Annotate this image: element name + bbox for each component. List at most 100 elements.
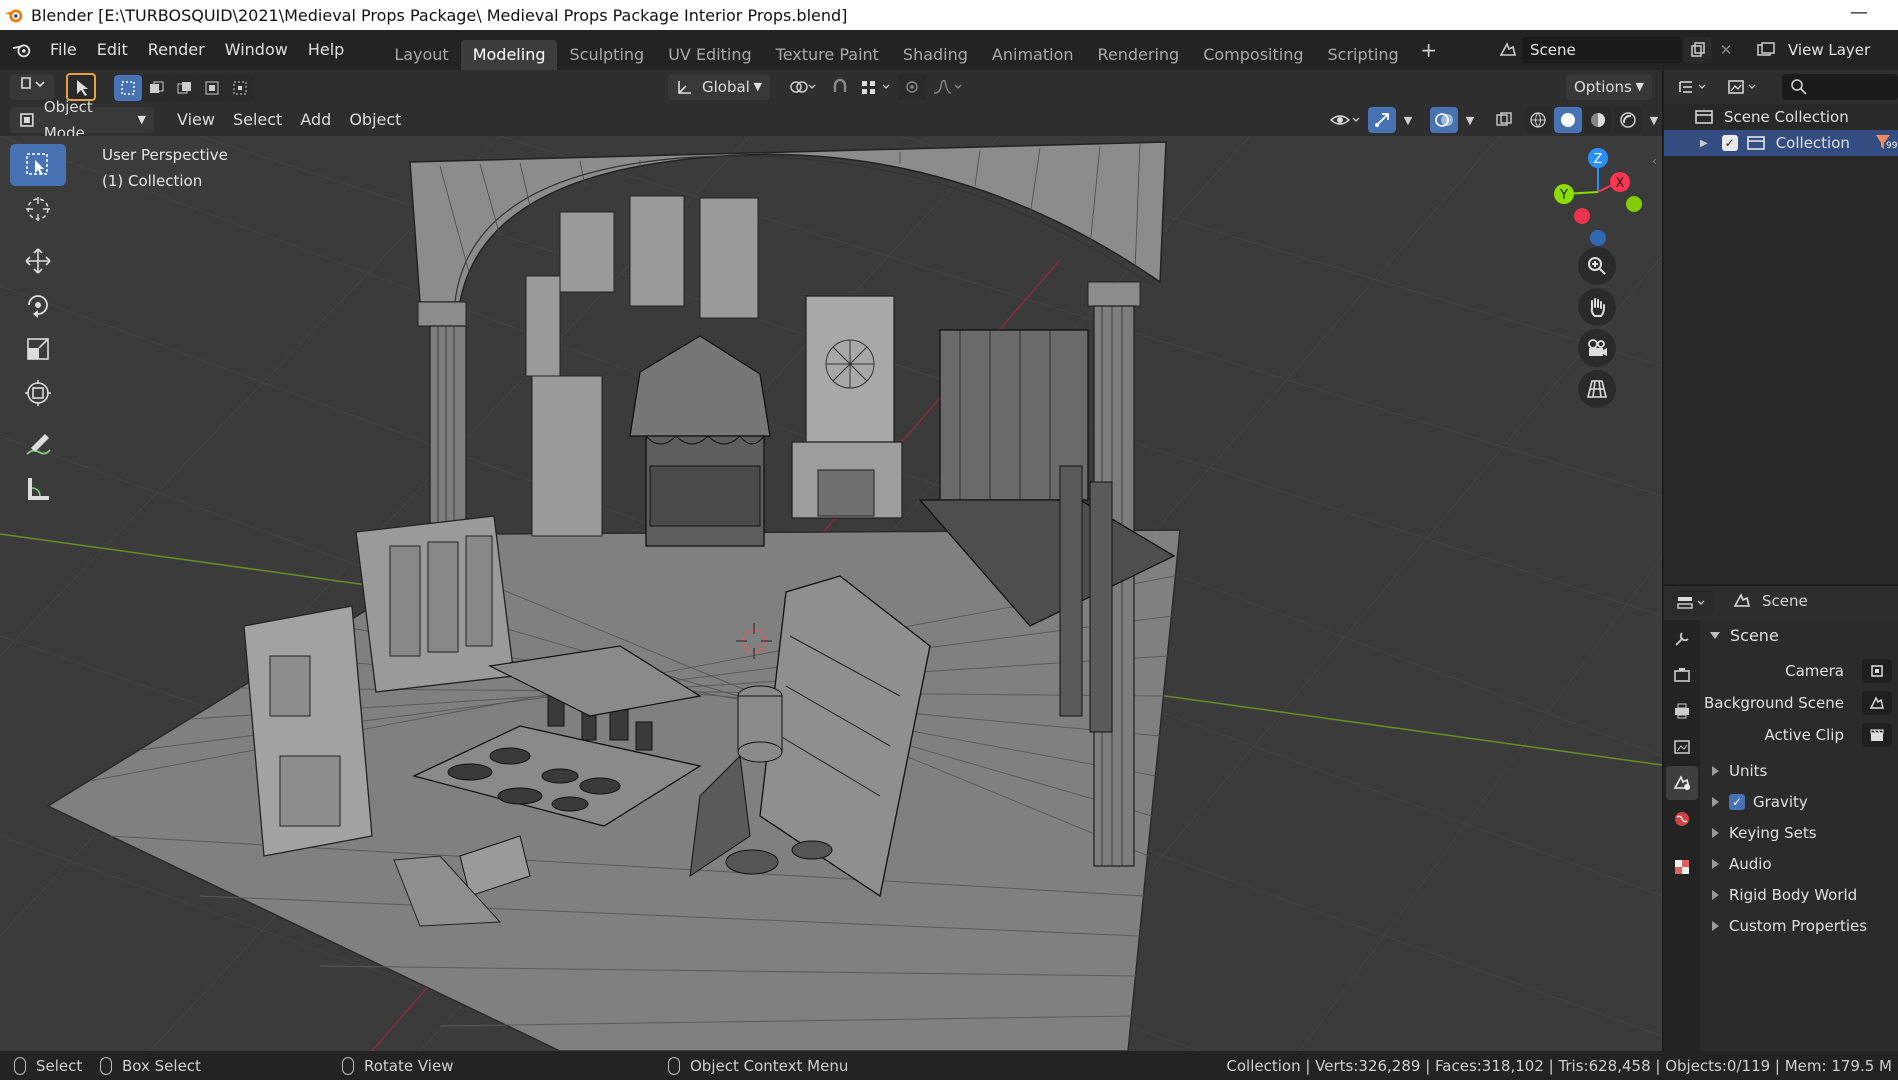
camera-view-icon[interactable] [1578,329,1616,367]
tab-compositing[interactable]: Compositing [1191,40,1315,70]
sidebar-toggle-icon[interactable]: ‹ [1652,154,1662,170]
menu-edit[interactable]: Edit [87,36,138,64]
wireframe-shading-icon[interactable] [1524,107,1552,133]
background-scene-field-row: Background Scene [1700,688,1898,718]
orientation-icon [678,81,691,94]
transform-orientation-dropdown[interactable]: Global ▼ [668,74,770,100]
scene-properties-tab[interactable] [1666,766,1698,800]
options-dropdown[interactable]: Options ▼ [1566,74,1652,100]
select-intersect-icon[interactable] [226,75,254,101]
view-layer-field[interactable]: View Layer [1780,37,1890,63]
tab-sculpting[interactable]: Sculpting [557,40,656,70]
display-mode-icon[interactable] [1724,74,1764,100]
tab-modeling[interactable]: Modeling [460,40,558,70]
tool-properties-tab[interactable] [1666,622,1698,656]
pivot-point-icon[interactable] [784,74,820,100]
rigid-body-world-section[interactable]: Rigid Body World [1700,880,1898,910]
neg-y-axis-icon[interactable] [1626,196,1642,212]
svg-text:Y: Y [1559,188,1568,203]
gravity-checkbox[interactable]: ✓ [1729,794,1745,810]
view-layer-properties-tab[interactable] [1666,730,1698,764]
pan-hand-icon[interactable] [1578,288,1616,326]
scale-tool[interactable] [10,328,66,370]
collection-row[interactable]: ▶ ✓ Collection 99 [1664,130,1898,156]
snap-toggle-icon[interactable] [826,74,854,100]
visibility-icon[interactable] [1326,107,1366,133]
zoom-icon[interactable] [1578,247,1616,285]
outliner-search-input[interactable] [1782,74,1898,100]
keying-sets-section[interactable]: Keying Sets [1700,818,1898,848]
snap-target-icon[interactable] [856,74,896,100]
outliner-editor-type-icon[interactable] [1674,74,1714,100]
tab-texture-paint[interactable]: Texture Paint [764,40,891,70]
rotate-tool[interactable] [10,284,66,326]
gravity-section[interactable]: ✓ Gravity [1700,787,1898,817]
select-extend-icon[interactable] [142,75,170,101]
add-workspace-button[interactable]: + [1415,37,1443,63]
viewport-menu-add[interactable]: Add [291,107,340,133]
annotate-tool[interactable] [10,424,66,466]
view-layer-icon[interactable] [1752,37,1780,63]
active-clip-field[interactable] [1862,723,1892,747]
tab-rendering[interactable]: Rendering [1086,40,1192,70]
scene-name-field[interactable]: Scene [1522,37,1682,63]
camera-field[interactable] [1862,659,1892,683]
chevron-down-icon[interactable]: ▼ [1644,107,1664,133]
collection-checkbox[interactable]: ✓ [1721,135,1738,151]
chevron-down-icon: ▼ [1635,80,1644,93]
select-invert-icon[interactable] [198,75,226,101]
custom-properties-section[interactable]: Custom Properties [1700,911,1898,941]
chevron-down-icon: ▼ [137,113,146,126]
perspective-grid-icon[interactable] [1578,370,1616,408]
3d-viewport[interactable]: User Perspective (1) Collection [0,136,1662,1051]
units-section[interactable]: Units [1700,756,1898,786]
cursor-tool[interactable] [10,188,66,230]
chevron-down-icon[interactable]: ▼ [1460,107,1480,133]
world-properties-tab[interactable] [1666,802,1698,836]
rendered-shading-icon[interactable] [1614,107,1642,133]
menu-render[interactable]: Render [138,36,215,64]
tab-uv-editing[interactable]: UV Editing [656,40,763,70]
minimize-button[interactable]: — [1850,2,1868,23]
transform-tool[interactable] [10,372,66,414]
tab-animation[interactable]: Animation [980,40,1086,70]
measure-tool[interactable] [10,468,66,510]
menu-file[interactable]: File [40,36,87,64]
viewport-menu-select[interactable]: Select [224,107,291,133]
select-box-tool[interactable] [10,144,66,186]
tab-layout[interactable]: Layout [382,40,460,70]
overlays-toggle-icon[interactable] [1430,107,1458,133]
tab-shading[interactable]: Shading [891,40,980,70]
solid-shading-icon[interactable] [1554,107,1582,133]
interaction-mode-dropdown[interactable]: Object Mode ▼ [10,98,154,142]
material-shading-icon[interactable] [1584,107,1612,133]
expand-arrow-icon[interactable]: ▶ [1700,138,1708,149]
new-scene-icon[interactable] [1684,37,1712,63]
output-properties-tab[interactable] [1666,694,1698,728]
render-properties-tab[interactable] [1666,658,1698,692]
delete-scene-icon[interactable]: ✕ [1712,37,1740,63]
scene-icon[interactable] [1494,37,1522,63]
chevron-down-icon[interactable]: ▼ [1398,107,1418,133]
proportional-editing-icon[interactable] [898,74,926,100]
search-icon [1791,79,1807,95]
scene-collection-row[interactable]: Scene Collection [1664,104,1898,130]
menu-window[interactable]: Window [215,36,298,64]
properties-editor-type-icon[interactable] [1672,590,1714,616]
menu-help[interactable]: Help [298,36,354,64]
xray-toggle-icon[interactable] [1490,107,1518,133]
audio-section[interactable]: Audio [1700,849,1898,879]
viewport-menu-object[interactable]: Object [340,107,410,133]
viewport-menu-view[interactable]: View [168,107,224,133]
gizmo-toggle-icon[interactable] [1368,107,1396,133]
scene-panel-header[interactable]: Scene [1700,620,1898,650]
blender-menu-icon[interactable] [8,37,36,63]
move-tool[interactable] [10,240,66,282]
proportional-falloff-icon[interactable] [928,74,968,100]
background-scene-field[interactable] [1862,691,1892,715]
neg-z-axis-icon[interactable] [1590,230,1606,246]
texture-properties-tab[interactable] [1666,850,1698,884]
neg-x-axis-icon[interactable] [1574,208,1590,224]
tab-scripting[interactable]: Scripting [1316,40,1411,70]
select-subtract-icon[interactable] [170,75,198,101]
